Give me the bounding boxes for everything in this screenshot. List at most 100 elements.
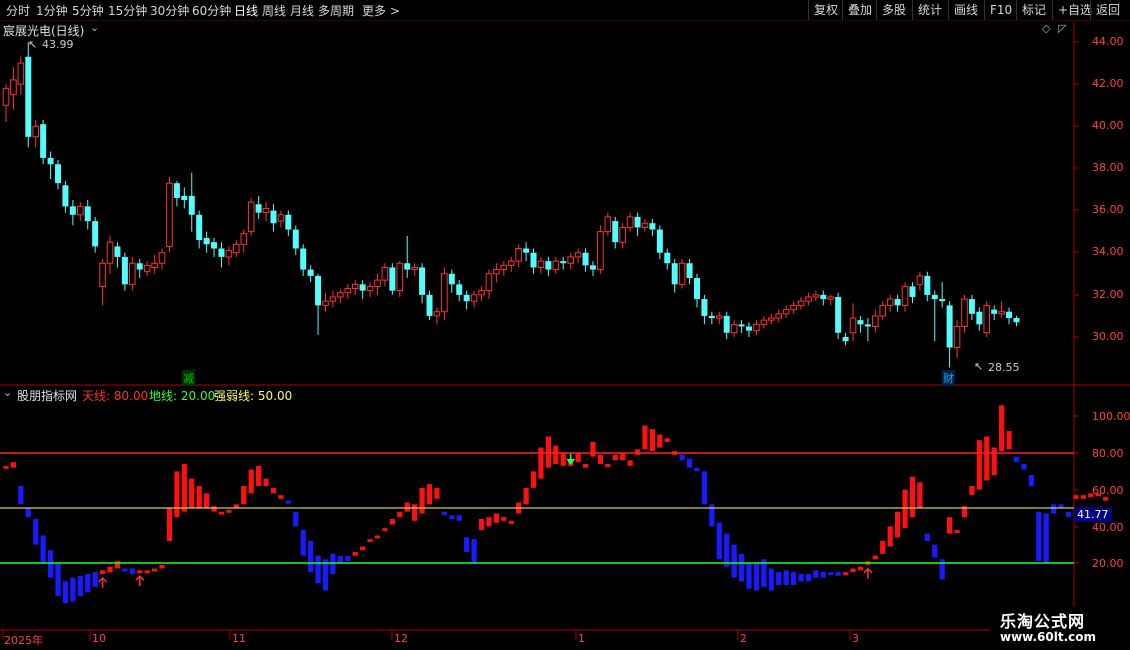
- indicator-dropdown-icon[interactable]: ⌄: [3, 386, 12, 399]
- indicator-bar-up: [397, 511, 403, 518]
- indicator-bar-up: [605, 464, 611, 467]
- indicator-bar-up: [486, 517, 492, 527]
- candle-body-down: [448, 273, 455, 285]
- kline-chart[interactable]: [0, 0, 1130, 650]
- indicator-bar-up: [909, 476, 916, 518]
- indicator-bar-down: [798, 574, 804, 582]
- indicator-bar-up: [857, 566, 864, 571]
- title-dropdown-icon[interactable]: ⌄: [90, 21, 99, 34]
- candle-body-up: [760, 319, 768, 325]
- indicator-reference-lines: [0, 452, 1074, 564]
- low-arrow-icon: ↖: [974, 360, 984, 373]
- indicator-bar-down: [932, 544, 938, 558]
- indicator-bar-up: [189, 478, 195, 508]
- candle-body-up: [626, 216, 634, 228]
- candle-body-down: [1013, 318, 1020, 323]
- indicator-bar-down: [330, 553, 336, 574]
- indicator-bar-up: [984, 436, 990, 481]
- indicator-bar-down: [1051, 504, 1057, 514]
- candle-body-up: [604, 216, 612, 233]
- indicator-bar-down: [449, 515, 455, 519]
- candle-body-down: [634, 216, 641, 228]
- candle-body-down: [931, 294, 938, 300]
- indicator-bar-up: [1073, 495, 1079, 499]
- indicator-bar-up: [1103, 497, 1109, 501]
- indicator-bar-down: [679, 454, 685, 461]
- indicator-bar-up: [523, 487, 529, 505]
- candle-body-up: [805, 296, 812, 302]
- x-tick: 11: [232, 632, 246, 645]
- indicator-bar-up: [426, 484, 433, 505]
- indicator-bar-down: [1021, 464, 1027, 470]
- stock-title: 宸展光电(日线): [3, 24, 85, 38]
- candle-body-down: [203, 237, 210, 245]
- candle-body-down: [746, 326, 752, 331]
- candle-body-up: [782, 309, 790, 315]
- candle-body-down: [270, 210, 277, 224]
- candle-body-up: [753, 323, 760, 332]
- indicator-bar-up: [560, 453, 566, 466]
- indicator-bar-down: [300, 530, 306, 556]
- diamond-icon[interactable]: ◇: [1042, 22, 1050, 35]
- indicator-bar-down: [18, 486, 24, 505]
- x-tick: 10: [92, 632, 106, 645]
- indicator-bar-down: [746, 563, 752, 589]
- candle-body-up: [329, 296, 337, 302]
- indicator-bar-up: [947, 517, 953, 534]
- y-tick: 34.00: [1092, 245, 1124, 258]
- high-arrow-icon: ↖: [28, 38, 38, 51]
- indicator-bar-up: [352, 552, 358, 556]
- indicator-bar-down: [129, 568, 135, 574]
- candle-body-down: [25, 56, 32, 137]
- candle-body-up: [129, 262, 136, 285]
- indicator-bar-up: [493, 513, 499, 523]
- candle-body-down: [946, 305, 953, 348]
- candle-body-down: [939, 299, 946, 302]
- candle-body-down: [389, 267, 396, 291]
- watermark-title: 乐淘公式网: [1000, 612, 1086, 631]
- candle-body-down: [69, 206, 76, 215]
- reduce-marker[interactable]: 减: [182, 370, 195, 386]
- candle-body-up: [240, 233, 248, 245]
- indicator-bar-up: [872, 555, 878, 560]
- candle-body-up: [485, 273, 493, 292]
- indicator-bar-up: [664, 438, 670, 442]
- indicator-bar-up: [657, 434, 663, 448]
- candle-body-down: [426, 294, 433, 316]
- finance-marker[interactable]: 财: [942, 370, 955, 386]
- candle-body-up: [247, 201, 255, 233]
- indicator-bar-up: [166, 508, 173, 541]
- indicator-bar-up: [954, 530, 960, 533]
- indicator-bar-down: [70, 577, 76, 602]
- high-price-label: 43.99: [42, 38, 74, 51]
- indicator-bar-up: [174, 471, 180, 518]
- x-tick: 1: [578, 632, 585, 645]
- indicator-bar-up: [389, 519, 395, 525]
- indicator-bar-up: [620, 453, 626, 461]
- candle-body-up: [262, 207, 270, 214]
- y-tick: 38.00: [1092, 161, 1124, 174]
- candle-body-up: [17, 62, 25, 85]
- indicator-bar-up: [99, 570, 106, 574]
- candle-body-down: [300, 248, 307, 270]
- candle-body-up: [225, 250, 233, 258]
- candle-body-up: [143, 264, 151, 273]
- candle-body-up: [775, 313, 783, 319]
- y-tick: 36.00: [1092, 203, 1124, 216]
- candle-body-down: [404, 263, 411, 270]
- indicator-bar-down: [55, 563, 61, 596]
- ind-y-tick: 20.00: [1092, 557, 1124, 570]
- candle-body-up: [337, 292, 344, 298]
- candle-body-up: [374, 279, 381, 287]
- candle-body-up: [790, 304, 797, 311]
- expand-icon[interactable]: ◸: [1058, 22, 1066, 35]
- candle-body-down: [359, 284, 366, 291]
- candle-body-down: [40, 124, 47, 158]
- indicator-bar-up: [999, 405, 1005, 452]
- candle-body-up: [99, 262, 106, 287]
- candle-body-down: [188, 195, 195, 215]
- candle-body-up: [641, 222, 649, 228]
- candle-body-down: [92, 221, 99, 247]
- indicator-bar-down: [33, 519, 39, 545]
- indicator-bar-down: [805, 574, 812, 582]
